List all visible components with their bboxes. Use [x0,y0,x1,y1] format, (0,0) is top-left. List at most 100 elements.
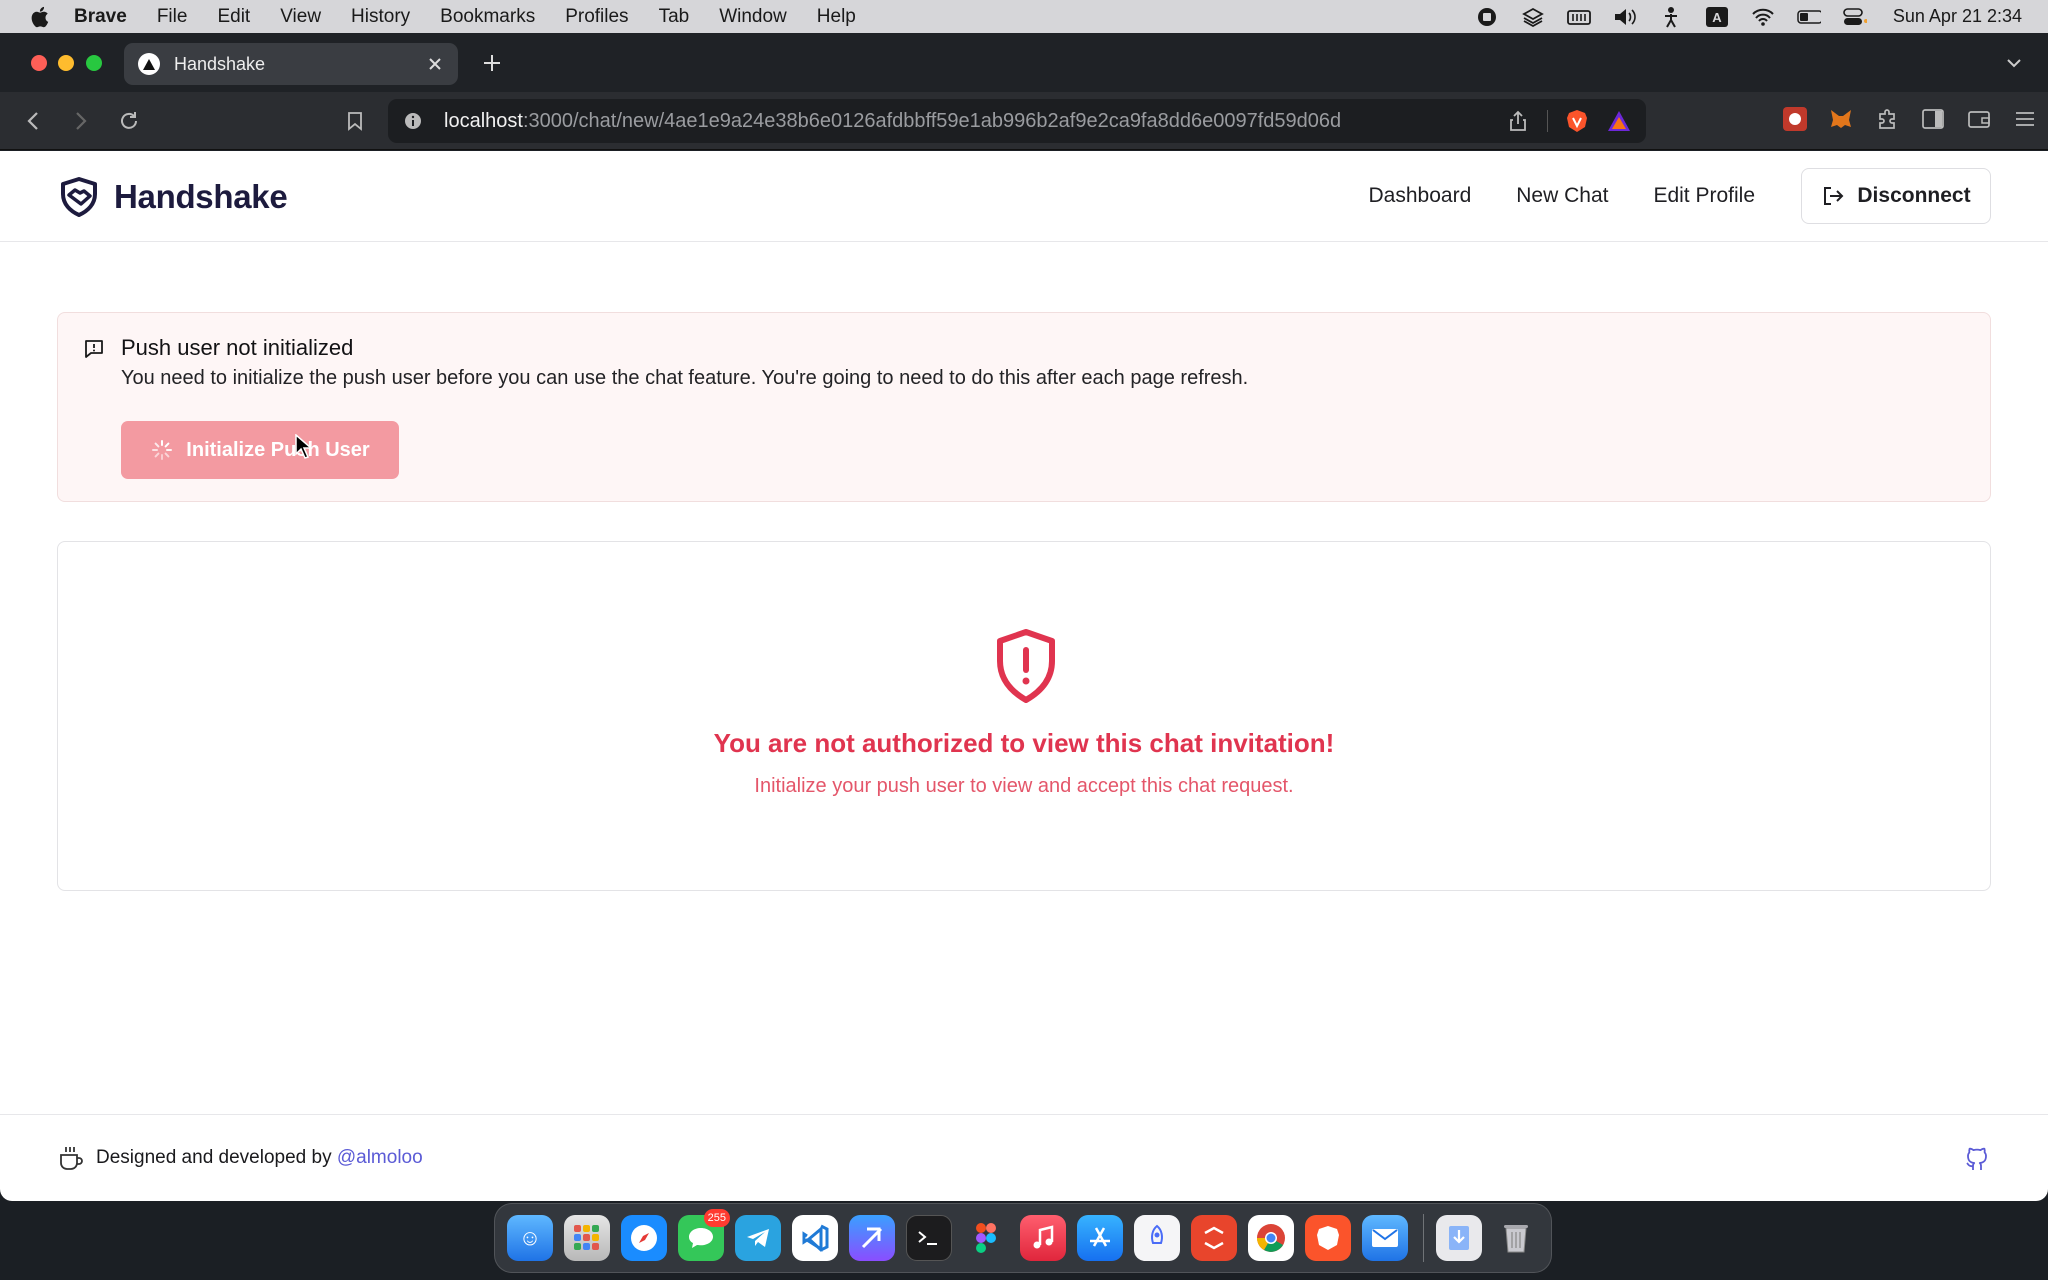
handshake-shield-logo-icon [57,175,101,219]
loading-spinner-icon [150,438,174,462]
metamask-fox-icon[interactable] [1828,106,1854,132]
safari-icon[interactable] [621,1215,667,1261]
close-tab-icon[interactable] [422,51,448,77]
input-source-icon[interactable]: A [1705,6,1729,28]
accessibility-icon[interactable] [1659,6,1683,28]
window-close-button[interactable] [31,55,47,71]
wifi-icon[interactable] [1751,6,1775,28]
browser-tab-bar: Handshake [0,33,2048,92]
xcode-icon[interactable] [849,1215,895,1261]
status-area: A Sun Apr 21 2:34 [1475,0,2048,33]
disconnect-button[interactable]: Disconnect [1801,168,1991,224]
forward-icon[interactable] [66,106,96,136]
github-icon[interactable] [1963,1145,1991,1173]
screen-record-icon[interactable] [1475,6,1499,28]
site-footer: Designed and developed by @almoloo [0,1114,2048,1201]
sidebar-toggle-icon[interactable] [1920,106,1946,132]
chrome-icon[interactable] [1248,1215,1294,1261]
extension-icons [1782,106,2038,132]
music-icon[interactable] [1020,1215,1066,1261]
reload-icon[interactable] [114,106,144,136]
finder-icon[interactable]: ☺ [507,1215,553,1261]
memory-icon[interactable] [1566,6,1591,28]
back-icon[interactable] [18,106,48,136]
terminal-icon[interactable] [906,1215,952,1261]
apple-icon[interactable] [26,4,52,30]
bookmark-icon[interactable] [340,106,370,136]
site-header: Handshake Dashboard New Chat Edit Profil… [0,151,2048,242]
nav-dashboard-link[interactable]: Dashboard [1369,184,1472,208]
nav-edit-profile-link[interactable]: Edit Profile [1653,184,1755,208]
footer-credit: Designed and developed by @almoloo [96,1147,423,1169]
tab-title: Handshake [174,53,266,74]
vscode-icon[interactable] [792,1215,838,1261]
address-bar[interactable]: localhost:3000/chat/new/4ae1e9a24e38b6e0… [388,99,1646,143]
brave-rewards-icon[interactable] [1606,108,1632,134]
unauthorized-title: You are not authorized to view this chat… [713,728,1335,758]
logout-icon [1821,184,1845,208]
initialize-button-label: Initialize Push User [186,438,370,461]
menu-history[interactable]: History [351,6,410,28]
url-path: :3000/chat/new/4ae1e9a24e38b6e0126afdbbf… [522,109,1342,132]
menu-bookmarks[interactable]: Bookmarks [440,6,535,28]
telegram-icon[interactable] [735,1215,781,1261]
menu-tab[interactable]: Tab [659,6,690,28]
wallet-icon[interactable] [1966,106,1992,132]
extension-red-icon[interactable] [1782,106,1808,132]
brave-shields-icon[interactable] [1564,108,1590,134]
extensions-puzzle-icon[interactable] [1874,106,1900,132]
triangle-favicon-icon [138,53,160,75]
main-nav: Dashboard New Chat Edit Profile Disconne… [1324,168,2048,224]
site-logo[interactable]: Handshake [57,175,288,219]
mail-icon[interactable] [1362,1215,1408,1261]
credit-text: Designed and developed by [96,1147,337,1168]
menu-profiles[interactable]: Profiles [565,6,628,28]
brand-name: Handshake [114,178,288,215]
web-page: Handshake Dashboard New Chat Edit Profil… [0,151,2048,1201]
coffee-icon [58,1145,84,1171]
messages-icon[interactable]: 255 [678,1209,730,1261]
unauthorized-card: You are not authorized to view this chat… [57,541,1991,891]
share-icon[interactable] [1505,108,1531,134]
browser-menu-icon[interactable] [2012,106,2038,132]
messages-unread-badge: 255 [703,1209,730,1227]
layers-icon[interactable] [1521,6,1545,28]
author-link[interactable]: @almoloo [337,1147,423,1168]
menu-edit[interactable]: Edit [217,6,250,28]
tab-search-chevron-icon[interactable] [2002,51,2026,75]
menu-file[interactable]: File [157,6,188,28]
site-info-icon[interactable] [402,110,424,132]
launchpad-icon[interactable] [564,1215,610,1261]
clock[interactable]: Sun Apr 21 2:34 [1893,6,2022,27]
initialize-push-user-button[interactable]: Initialize Push User [121,421,399,479]
control-center-icon[interactable] [1843,6,1867,28]
alert-description: You need to initialize the push user bef… [121,367,1249,389]
brave-icon[interactable] [1305,1215,1351,1261]
nav-new-chat-link[interactable]: New Chat [1516,184,1608,208]
svg-text:A: A [1712,10,1722,25]
rocket-icon[interactable] [1134,1215,1180,1261]
menu-window[interactable]: Window [719,6,787,28]
macos-menubar: Brave File Edit View History Bookmarks P… [0,0,2048,33]
url-host: localhost [444,109,523,132]
volume-icon[interactable] [1613,6,1637,28]
alert-title: Push user not initialized [121,335,354,360]
menu-help[interactable]: Help [817,6,856,28]
mouse-cursor-icon [295,434,313,459]
trash-icon[interactable] [1493,1215,1539,1261]
window-zoom-button[interactable] [86,55,102,71]
window-minimize-button[interactable] [58,55,74,71]
remote-desktop-icon[interactable] [1191,1215,1237,1261]
battery-icon[interactable] [1797,6,1821,28]
browser-tab-active[interactable]: Handshake [124,43,458,85]
downloads-folder-icon[interactable] [1436,1215,1482,1261]
menu-view[interactable]: View [280,6,321,28]
new-tab-icon[interactable] [478,49,506,77]
macos-dock: ☺ 255 [494,1203,1552,1273]
push-user-alert: Push user not initialized You need to in… [57,312,1991,502]
figma-icon[interactable] [963,1215,1009,1261]
disconnect-label: Disconnect [1857,184,1971,207]
message-alert-icon [82,337,106,361]
app-store-icon[interactable] [1077,1215,1123,1261]
menu-app-name[interactable]: Brave [74,6,127,28]
